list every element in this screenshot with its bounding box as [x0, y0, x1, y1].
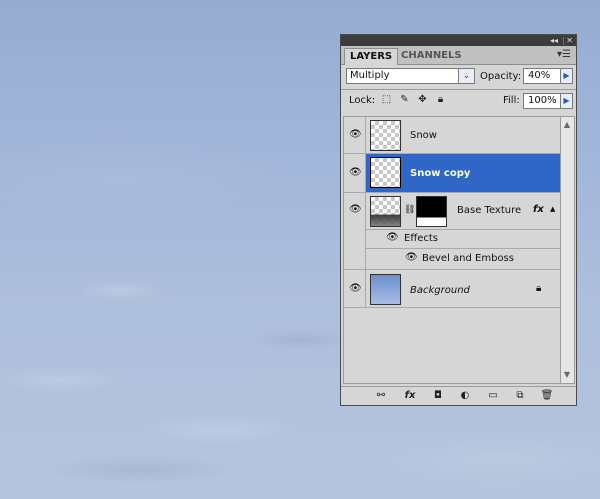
- visibility-toggle[interactable]: 👁︎: [344, 117, 366, 153]
- lock-image-pixels-icon[interactable]: ✎: [399, 94, 410, 105]
- fill-slider-arrow-icon[interactable]: ▶: [560, 93, 573, 109]
- lock-transparent-pixels-icon[interactable]: ⬚: [381, 94, 392, 105]
- collapse-effects-icon[interactable]: ▲: [550, 205, 555, 213]
- visibility-toggle[interactable]: 👁︎: [344, 193, 366, 229]
- new-layer-icon[interactable]: ⧉: [513, 390, 527, 402]
- lock-icon: 🔒︎: [536, 283, 542, 294]
- layer-thumbnail[interactable]: [370, 274, 401, 305]
- fill-input[interactable]: 100%: [523, 93, 561, 109]
- lock-fill-row: Lock: ⬚ ✎ ✥ 🔒︎ Fill: 100% ▶: [341, 91, 576, 113]
- layers-panel: ◂◂ | ✕ LAYERS CHANNELS ▾☰ Multiply ⌄ Opa…: [340, 34, 577, 406]
- eye-icon[interactable]: 👁︎: [349, 168, 362, 178]
- panel-menu-icon[interactable]: ▾☰: [557, 49, 571, 60]
- layer-thumbnail[interactable]: [370, 196, 401, 227]
- scroll-up-icon[interactable]: ▲: [561, 119, 573, 131]
- layer-thumbnail[interactable]: [370, 120, 401, 151]
- chevron-down-icon[interactable]: ⌄: [458, 69, 474, 83]
- tab-channels[interactable]: CHANNELS: [396, 48, 467, 64]
- effect-name: Bevel and Emboss: [422, 253, 514, 264]
- new-group-icon[interactable]: ▭: [486, 390, 500, 402]
- eye-cell: [344, 248, 366, 269]
- eye-icon[interactable]: 👁︎: [405, 253, 418, 263]
- collapse-panel-icon[interactable]: ◂◂: [550, 35, 558, 46]
- visibility-toggle[interactable]: 👁︎: [344, 154, 366, 192]
- tab-layers[interactable]: LAYERS: [344, 48, 399, 65]
- layer-name: Base Texture: [457, 205, 522, 216]
- lock-label: Lock:: [349, 95, 376, 106]
- eye-cell: [344, 229, 366, 248]
- divider: [366, 248, 560, 249]
- divider: [341, 89, 576, 90]
- lock-position-icon[interactable]: ✥: [417, 94, 428, 105]
- scroll-down-icon[interactable]: ▼: [561, 369, 573, 381]
- layer-name: Snow copy: [410, 168, 471, 179]
- panel-tabs: LAYERS CHANNELS ▾☰: [341, 46, 576, 65]
- close-panel-icon[interactable]: ✕: [566, 35, 573, 46]
- effects-label: Effects: [404, 233, 438, 244]
- blend-mode-select[interactable]: Multiply ⌄: [346, 68, 475, 84]
- layer-mask-thumbnail[interactable]: [416, 196, 447, 227]
- blend-mode-value: Multiply: [350, 70, 390, 81]
- layer-row-base-texture[interactable]: 👁︎ ⛓︎ Base Texture fx ▲: [344, 193, 560, 229]
- layer-name: Background: [410, 285, 470, 296]
- opacity-label: Opacity:: [480, 71, 522, 82]
- layers-scrollbar[interactable]: ▲ ▼: [561, 116, 575, 384]
- adjustment-layer-icon[interactable]: ◐: [458, 390, 472, 402]
- eye-icon[interactable]: 👁︎: [349, 284, 362, 294]
- link-layers-icon[interactable]: ⚯: [374, 390, 388, 402]
- visibility-toggle[interactable]: 👁︎: [344, 270, 366, 307]
- effects-row[interactable]: 👁︎ Effects: [344, 229, 560, 248]
- eye-icon[interactable]: 👁︎: [386, 233, 399, 243]
- fill-label: Fill:: [503, 95, 520, 106]
- add-mask-icon[interactable]: ◘: [431, 390, 445, 402]
- divider: [366, 229, 560, 230]
- effect-bevel-emboss-row[interactable]: 👁︎ Bevel and Emboss: [344, 248, 560, 270]
- delete-layer-icon[interactable]: 🗑︎: [540, 390, 554, 402]
- eye-icon[interactable]: 👁︎: [349, 205, 362, 215]
- layer-name: Snow: [410, 130, 437, 141]
- layer-row-background[interactable]: 👁︎ Background 🔒︎: [344, 270, 560, 308]
- eye-icon[interactable]: 👁︎: [349, 130, 362, 140]
- opacity-slider-arrow-icon[interactable]: ▶: [560, 68, 573, 84]
- opacity-input[interactable]: 40%: [523, 68, 561, 84]
- chain-link-icon[interactable]: ⛓︎: [404, 205, 415, 215]
- layers-list: 👁︎ Snow 👁︎ Snow copy 👁︎ ⛓︎ Base Texture …: [343, 116, 561, 384]
- add-layer-style-icon[interactable]: fx: [403, 390, 417, 402]
- layers-bottom-toolbar: ⚯ fx ◘ ◐ ▭ ⧉ 🗑︎: [341, 386, 576, 405]
- blend-opacity-row: Multiply ⌄ Opacity: 40% ▶: [341, 66, 576, 88]
- panel-title-bar[interactable]: ◂◂ | ✕: [341, 35, 576, 46]
- title-divider: |: [562, 36, 565, 45]
- fx-icon[interactable]: fx: [533, 204, 544, 215]
- lock-all-icon[interactable]: 🔒︎: [435, 94, 446, 105]
- layer-thumbnail[interactable]: [370, 157, 401, 188]
- layer-row-snow-copy[interactable]: 👁︎ Snow copy: [344, 154, 560, 193]
- layer-row-snow[interactable]: 👁︎ Snow: [344, 117, 560, 154]
